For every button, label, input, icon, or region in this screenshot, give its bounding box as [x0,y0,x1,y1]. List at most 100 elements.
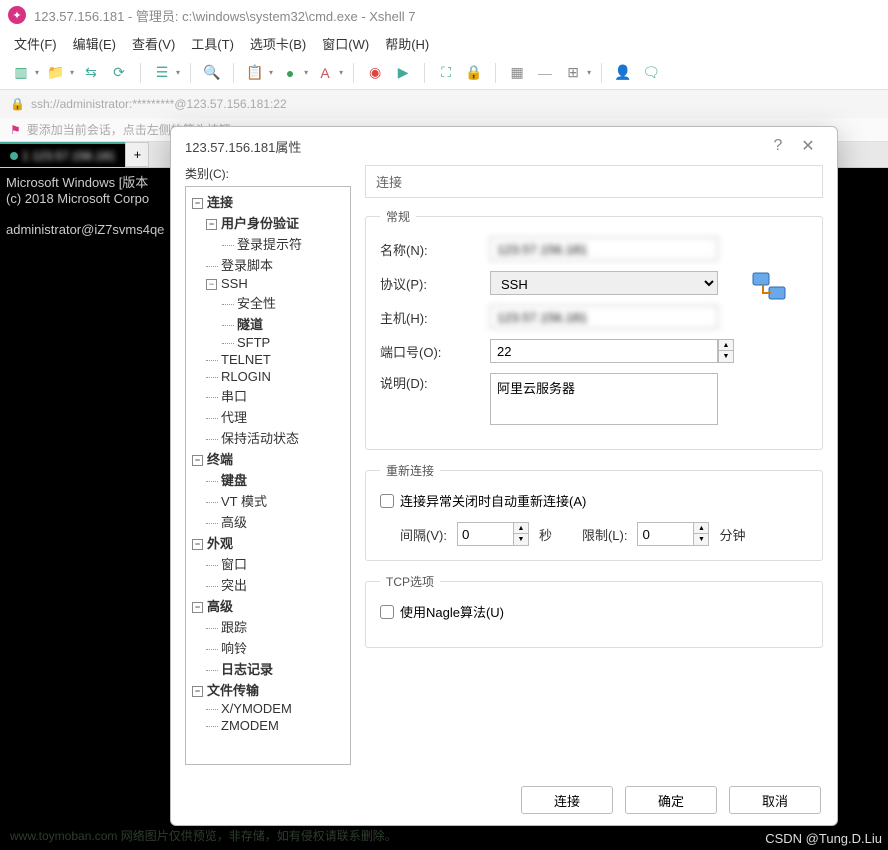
flag-icon[interactable]: ⚑ [10,123,21,137]
tree-logging[interactable]: 日志记录 [188,658,348,679]
auto-reconnect-checkbox[interactable] [380,494,394,508]
tree-trace[interactable]: 跟踪 [188,616,348,637]
tree-bell[interactable]: 响铃 [188,637,348,658]
tree-keyboard[interactable]: 键盘 [188,469,348,490]
tree-terminal[interactable]: −终端 [188,448,348,469]
dialog-titlebar: 123.57.156.181属性 ? ✕ [171,127,837,165]
tree-vt[interactable]: VT 模式 [188,490,348,511]
tree-sftp[interactable]: SFTP [188,334,348,351]
tree-rlogin[interactable]: RLOGIN [188,368,348,385]
tree-zmodem[interactable]: ZMODEM [188,717,348,734]
collapse-icon[interactable]: − [192,198,203,209]
desc-textarea[interactable]: 阿里云服务器 [490,373,718,425]
open-icon[interactable]: 📁 [45,62,67,84]
name-input[interactable] [490,237,718,261]
host-input[interactable] [490,305,718,329]
reconnect-icon[interactable]: ⟳ [108,62,130,84]
layout-icon[interactable]: ▦ [506,62,528,84]
collapse-icon[interactable]: − [206,219,217,230]
separator [140,63,141,83]
menu-tabs[interactable]: 选项卡(B) [250,34,306,53]
reconnect-group: 重新连接 连接异常关闭时自动重新连接(A) 间隔(V): ▲▼ 秒 限制(L): [365,462,823,561]
grid-icon[interactable]: ⊞ [562,62,584,84]
menu-tools[interactable]: 工具(T) [191,34,234,53]
transfer-icon[interactable]: ⇆ [80,62,102,84]
collapse-icon[interactable]: − [192,455,203,466]
watermark: CSDN @Tung.D.Liu [765,831,882,846]
tree-tunnel[interactable]: 隧道 [188,313,348,334]
spin-down-icon[interactable]: ▼ [514,534,528,545]
dropdown-icon[interactable]: ▾ [269,68,273,77]
close-button[interactable]: ✕ [793,136,823,156]
tree-auth[interactable]: −用户身份验证 [188,212,348,233]
menu-edit[interactable]: 编辑(E) [73,34,116,53]
connect-button[interactable]: 连接 [521,786,613,814]
dropdown-icon[interactable]: ▾ [70,68,74,77]
port-input[interactable] [490,339,718,363]
tree-connection[interactable]: −连接 [188,191,348,212]
copy-icon[interactable]: 📋 [244,62,266,84]
tree-ssh[interactable]: −SSH [188,275,348,292]
search-icon[interactable]: 🔍 [201,62,223,84]
cancel-button[interactable]: 取消 [729,786,821,814]
tree-window[interactable]: 窗口 [188,553,348,574]
category-tree[interactable]: −连接 −用户身份验证 登录提示符 登录脚本 −SSH 安全性 隧道 SFTP … [185,186,351,765]
protocol-select[interactable]: SSH [490,271,718,295]
menu-file[interactable]: 文件(F) [14,34,57,53]
properties-icon[interactable]: ☰ [151,62,173,84]
color-icon[interactable]: ● [279,62,301,84]
new-session-icon[interactable]: ▥ [10,62,32,84]
tree-advanced[interactable]: −高级 [188,595,348,616]
tree-highlight[interactable]: 突出 [188,574,348,595]
tree-filetransfer[interactable]: −文件传输 [188,679,348,700]
tree-serial[interactable]: 串口 [188,385,348,406]
interval-input[interactable] [457,522,513,546]
general-legend: 常规 [380,208,416,225]
collapse-icon[interactable]: − [192,539,203,550]
collapse-icon[interactable]: − [206,279,217,290]
form-header: 连接 [365,165,823,198]
spin-up-icon[interactable]: ▲ [514,523,528,534]
tree-proxy[interactable]: 代理 [188,406,348,427]
spin-up-icon[interactable]: ▲ [694,523,708,534]
footer-note: www.toymoban.com 网络图片仅供预览，非存储，如有侵权请联系删除。 [10,827,397,844]
dropdown-icon[interactable]: ▾ [304,68,308,77]
tree-login-prompt[interactable]: 登录提示符 [188,233,348,254]
tree-security[interactable]: 安全性 [188,292,348,313]
script-icon[interactable]: ▶ [392,62,414,84]
dash-icon[interactable]: — [534,62,556,84]
font-icon[interactable]: A [314,62,336,84]
collapse-icon[interactable]: − [192,602,203,613]
menu-window[interactable]: 窗口(W) [322,34,369,53]
dropdown-icon[interactable]: ▾ [339,68,343,77]
tree-appearance[interactable]: −外观 [188,532,348,553]
ok-button[interactable]: 确定 [625,786,717,814]
tree-advanced-terminal[interactable]: 高级 [188,511,348,532]
spin-down-icon[interactable]: ▼ [719,351,733,362]
dropdown-icon[interactable]: ▾ [35,68,39,77]
fullscreen-icon[interactable]: ⛶ [435,62,457,84]
help-icon[interactable]: 🗨 [640,62,662,84]
spin-up-icon[interactable]: ▲ [719,340,733,351]
help-button[interactable]: ? [763,137,793,155]
limit-input[interactable] [637,522,693,546]
dropdown-icon[interactable]: ▾ [176,68,180,77]
session-tab[interactable]: 1 123.57.156.181 [0,142,125,167]
tree-xymodem[interactable]: X/YMODEM [188,700,348,717]
spin-down-icon[interactable]: ▼ [694,534,708,545]
add-tab-button[interactable]: + [125,142,149,167]
nagle-checkbox[interactable] [380,605,394,619]
min-label: 分钟 [719,525,745,544]
tree-keepalive[interactable]: 保持活动状态 [188,427,348,448]
lock-icon[interactable]: 🔒 [463,62,485,84]
menu-view[interactable]: 查看(V) [132,34,175,53]
collapse-icon[interactable]: − [192,686,203,697]
user-icon[interactable]: 👤 [612,62,634,84]
tree-telnet[interactable]: TELNET [188,351,348,368]
address-url[interactable]: ssh://administrator:*********@123.57.156… [31,97,287,111]
dropdown-icon[interactable]: ▾ [587,68,591,77]
tree-login-script[interactable]: 登录脚本 [188,254,348,275]
menu-help[interactable]: 帮助(H) [385,34,429,53]
record-icon[interactable]: ◉ [364,62,386,84]
separator [233,63,234,83]
